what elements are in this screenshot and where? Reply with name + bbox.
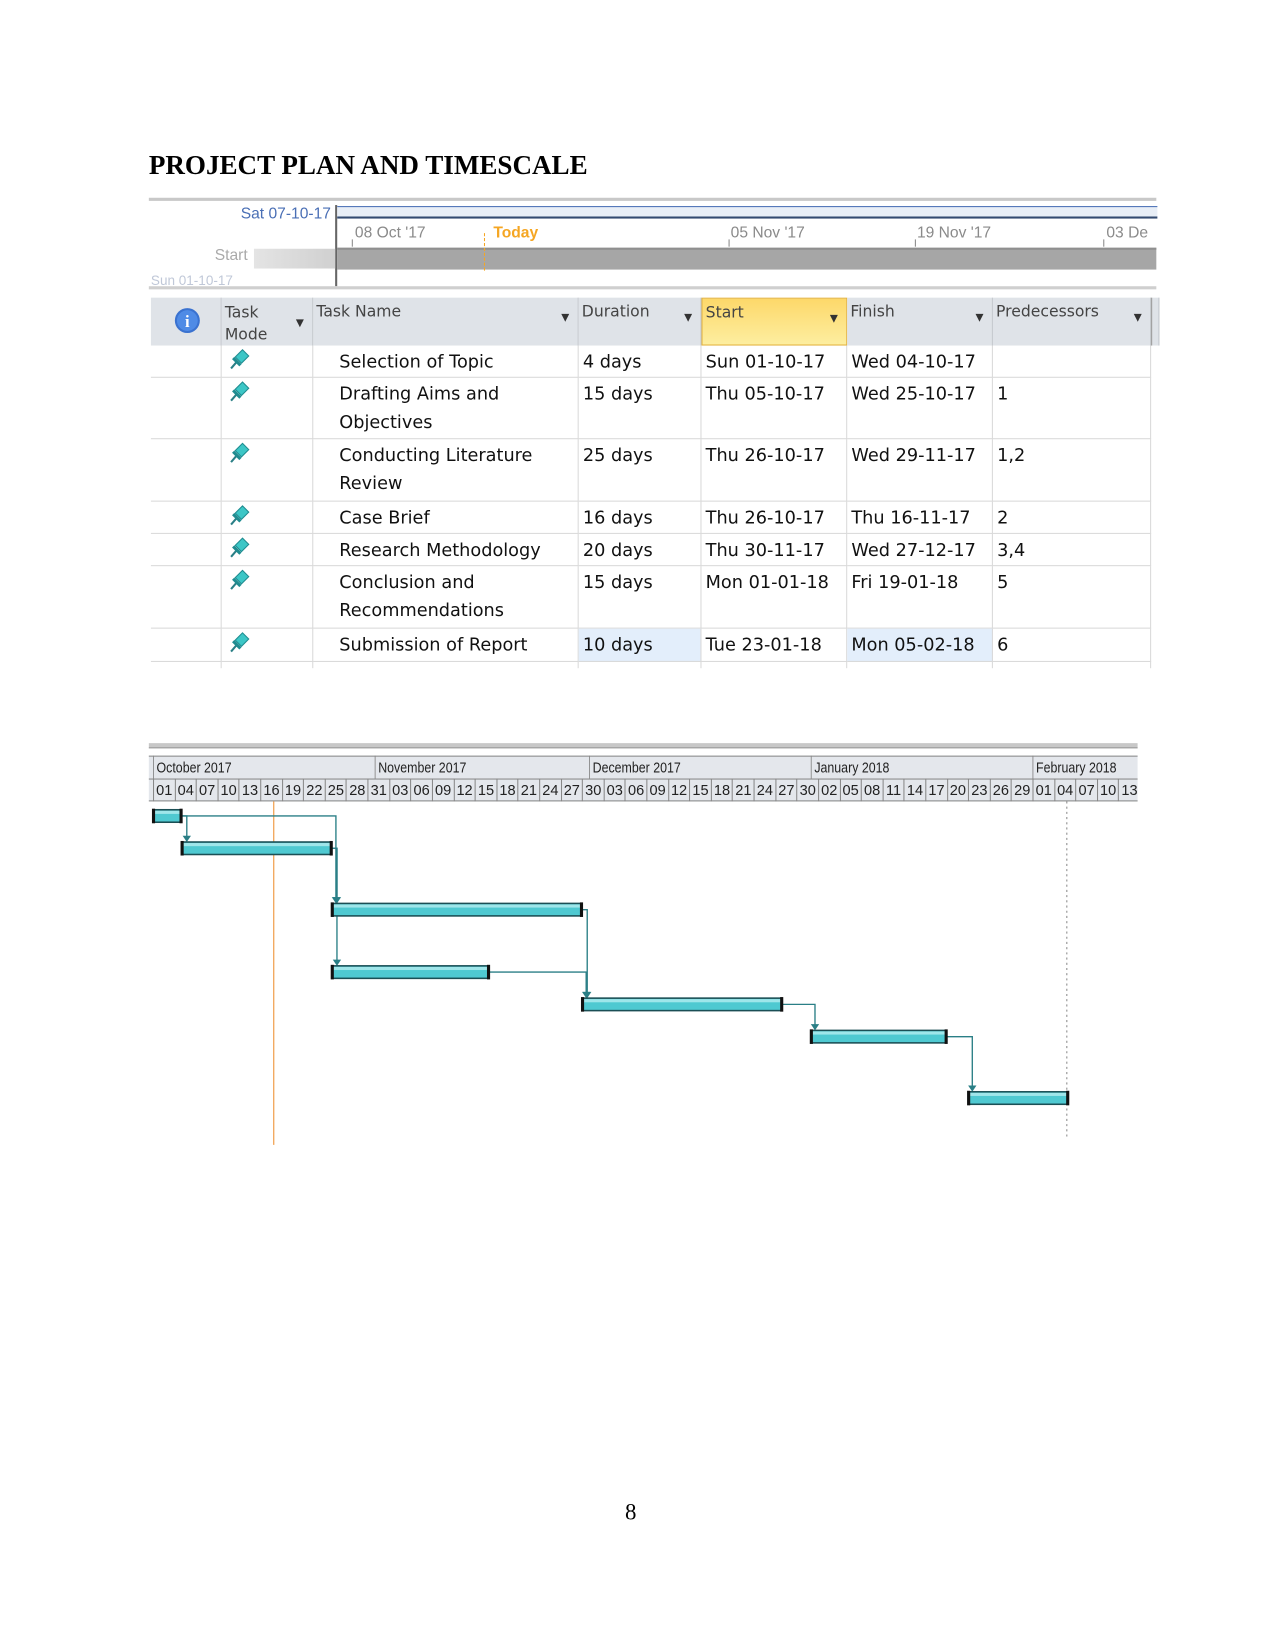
gantt-bar-highlight	[969, 1092, 1068, 1096]
dependency-link	[181, 815, 337, 902]
gantt-bar-start-cap	[580, 997, 585, 1012]
gantt-bar-highlight	[332, 904, 581, 908]
gantt-bar-end-cap	[179, 808, 183, 824]
gantt-bar-start-cap	[809, 1029, 813, 1044]
link-arrow-icon	[182, 835, 191, 843]
gantt-bar-highlight	[154, 810, 181, 814]
gantt-bar-start-cap	[180, 840, 184, 856]
gantt-bar-start-cap	[967, 1090, 971, 1106]
gantt-bar-end-cap	[579, 902, 584, 917]
gantt-bar-end-cap	[944, 1029, 948, 1044]
gantt-bar-end-cap	[486, 964, 491, 980]
gantt-bar-highlight	[332, 966, 489, 971]
link-arrow-icon	[332, 959, 342, 966]
gantt-bars	[151, 801, 1070, 1145]
gantt-bar-start-cap	[151, 808, 156, 824]
gantt-bar-end-cap	[329, 840, 333, 856]
dependency-link	[782, 1003, 816, 1029]
gantt-bar-highlight	[583, 999, 782, 1003]
gantt-bar-highlight	[182, 843, 331, 847]
page-number: 8	[625, 1498, 637, 1525]
dependency-link	[489, 971, 587, 997]
gantt-bar-end-cap	[1066, 1090, 1070, 1106]
gantt-bar-start-cap	[330, 964, 334, 980]
gantt-bar-end-cap	[780, 997, 784, 1012]
document-page: PROJECT PLAN AND TIMESCALE Sat 07-10-17 …	[0, 0, 1275, 1650]
dependency-link	[946, 1035, 973, 1090]
gantt-bar-highlight	[811, 1031, 946, 1035]
gantt-bar-start-cap	[330, 902, 334, 917]
